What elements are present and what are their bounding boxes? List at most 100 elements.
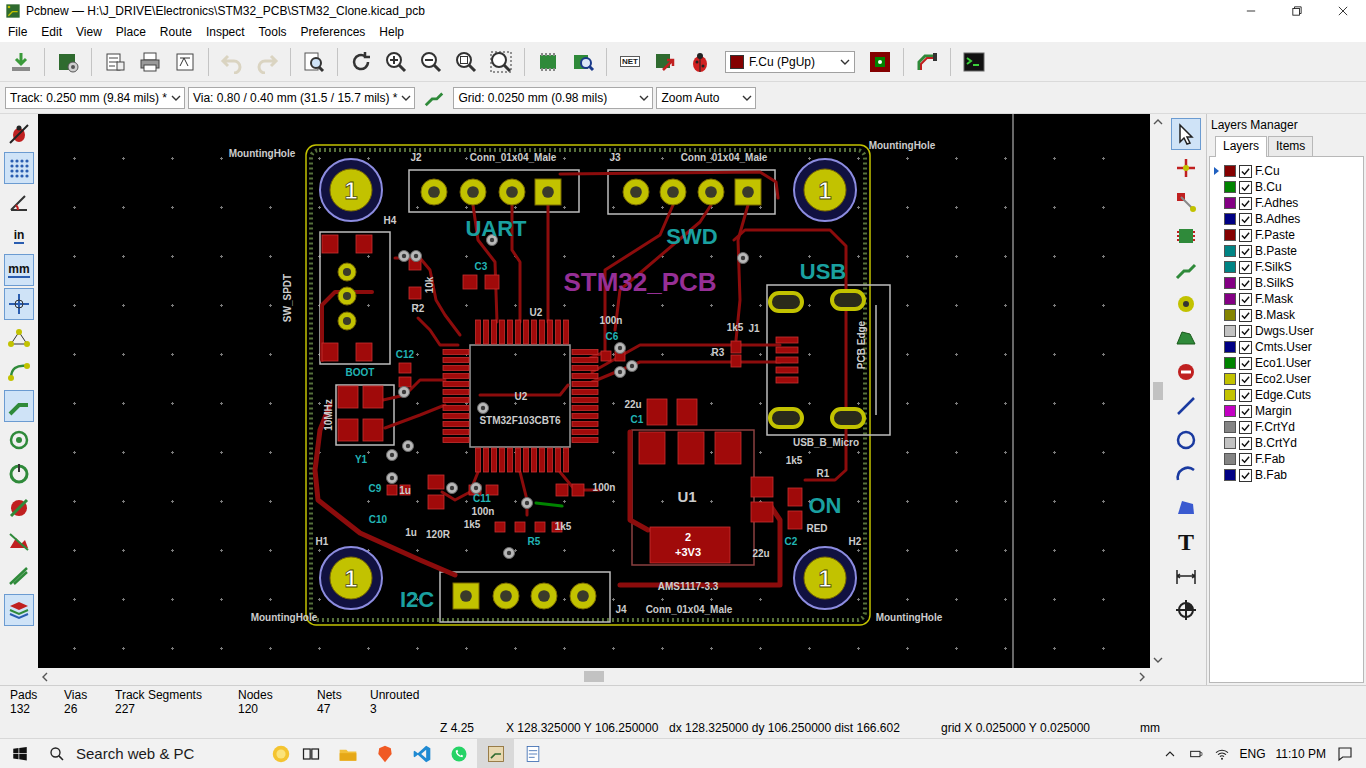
menu-item[interactable]: Place: [109, 22, 153, 42]
track[interactable]: [395, 258, 460, 335]
smd-pad[interactable]: [788, 488, 802, 506]
scroll-track[interactable]: [1150, 131, 1166, 651]
smd-pad[interactable]: [322, 235, 338, 253]
track[interactable]: [385, 405, 445, 428]
layer-row[interactable]: F.Fab: [1214, 451, 1363, 467]
module-tool[interactable]: [1171, 220, 1201, 252]
language-indicator[interactable]: ENG: [1240, 747, 1266, 761]
taskbar-app[interactable]: [292, 739, 329, 768]
layer-color-swatch[interactable]: [1224, 245, 1236, 257]
through-hole-pad[interactable]: [453, 583, 479, 609]
layer-row[interactable]: Eco2.User: [1214, 371, 1363, 387]
layer-visibility-checkbox[interactable]: [1239, 229, 1252, 242]
origin-tool[interactable]: [1171, 594, 1201, 626]
via[interactable]: [471, 483, 482, 494]
track[interactable]: [736, 205, 748, 340]
layer-visibility-checkbox[interactable]: [1239, 405, 1252, 418]
smd-pad[interactable]: [443, 422, 469, 427]
drc-button[interactable]: [684, 46, 716, 78]
netlist-button[interactable]: NET: [614, 46, 646, 78]
save-button[interactable]: [5, 46, 37, 78]
layer-visibility-checkbox[interactable]: [1239, 261, 1252, 274]
layer-row[interactable]: Dwgs.User: [1214, 323, 1363, 339]
zoom-out-button[interactable]: [415, 46, 447, 78]
page-settings-button[interactable]: [99, 46, 131, 78]
through-hole-pad[interactable]: [660, 179, 686, 205]
smd-pad[interactable]: [443, 366, 469, 371]
mounting-hole[interactable]: 1: [794, 547, 856, 609]
smd-pad[interactable]: [572, 374, 598, 379]
menu-item[interactable]: Tools: [252, 22, 294, 42]
layer-row[interactable]: B.SilkS: [1214, 275, 1363, 291]
layer-color-swatch[interactable]: [1224, 181, 1236, 193]
board-setup-button[interactable]: [52, 46, 84, 78]
through-hole-pad[interactable]: [499, 179, 525, 205]
zoom-select[interactable]: Zoom Auto: [656, 87, 756, 109]
layer-row[interactable]: F.CrtYd: [1214, 419, 1363, 435]
smd-pad[interactable]: [443, 398, 469, 403]
smd-pad[interactable]: [443, 414, 469, 419]
smd-pad[interactable]: [443, 390, 469, 395]
smd-pad[interactable]: [572, 398, 598, 403]
via[interactable]: [478, 403, 489, 414]
layer-row[interactable]: Margin: [1214, 403, 1363, 419]
arc-tool[interactable]: [1171, 458, 1201, 490]
layer-visibility-checkbox[interactable]: [1239, 357, 1252, 370]
smd-pad[interactable]: [463, 275, 477, 289]
scroll-track[interactable]: [54, 668, 1134, 685]
layer-color-swatch[interactable]: [1224, 421, 1236, 433]
smd-pad[interactable]: [751, 502, 773, 522]
select-tool[interactable]: [1171, 118, 1201, 150]
smd-pad[interactable]: [500, 448, 505, 472]
smd-pad[interactable]: [485, 275, 499, 289]
pcb-board-view[interactable]: 1111MountingHoleMountingHoleMountingHole…: [38, 114, 1150, 668]
layer-visibility-checkbox[interactable]: [1239, 245, 1252, 258]
menu-item[interactable]: Route: [153, 22, 199, 42]
smd-pad[interactable]: [516, 448, 521, 472]
smd-pad[interactable]: [356, 343, 372, 361]
layer-color-swatch[interactable]: [1224, 213, 1236, 225]
smd-pad[interactable]: [387, 485, 397, 495]
curved-ratsnest-toggle[interactable]: [4, 356, 34, 388]
zone-fill-toggle[interactable]: [4, 526, 34, 558]
highlight-tool[interactable]: [1171, 152, 1201, 184]
track[interactable]: [592, 362, 780, 382]
layer-color-swatch[interactable]: [1224, 469, 1236, 481]
restore-button[interactable]: [1274, 0, 1320, 22]
layer-select[interactable]: F.Cu (PgUp): [725, 51, 855, 73]
full-cursor-toggle[interactable]: [4, 288, 34, 320]
pad-outline-toggle[interactable]: [4, 458, 34, 490]
smd-pad[interactable]: [476, 448, 481, 472]
polygon-tool[interactable]: [1171, 492, 1201, 524]
grid-toggle[interactable]: [4, 152, 34, 184]
smd-pad[interactable]: [776, 377, 798, 383]
smd-pad[interactable]: [776, 357, 798, 363]
layer-color-swatch[interactable]: [1224, 229, 1236, 241]
layer-visibility-checkbox[interactable]: [1239, 421, 1252, 434]
via[interactable]: [411, 251, 422, 262]
via[interactable]: [447, 483, 458, 494]
through-hole-pad[interactable]: [493, 583, 519, 609]
layer-color-swatch[interactable]: [1224, 293, 1236, 305]
layer-color-swatch[interactable]: [1224, 277, 1236, 289]
menu-item[interactable]: Edit: [34, 22, 69, 42]
track[interactable]: [536, 503, 562, 506]
smd-pad[interactable]: [776, 347, 798, 353]
smd-pad[interactable]: [524, 448, 529, 472]
layer-row[interactable]: B.CrtYd: [1214, 435, 1363, 451]
smd-pad[interactable]: [500, 320, 505, 344]
mm-units-toggle[interactable]: mm: [4, 254, 34, 286]
via[interactable]: [615, 343, 626, 354]
taskbar-app[interactable]: [477, 739, 514, 768]
via[interactable]: [615, 367, 626, 378]
smd-pad[interactable]: [788, 511, 802, 529]
local-ratsnest-tool[interactable]: [1171, 186, 1201, 218]
smd-pad[interactable]: [572, 390, 598, 395]
layer-visibility-checkbox[interactable]: [1239, 181, 1252, 194]
menu-item[interactable]: Preferences: [294, 22, 373, 42]
taskbar-app[interactable]: [514, 739, 551, 768]
smd-pad[interactable]: [356, 235, 372, 253]
smd-pad[interactable]: [338, 386, 358, 408]
through-hole-pad[interactable]: [570, 583, 596, 609]
smd-pad[interactable]: [322, 343, 338, 361]
